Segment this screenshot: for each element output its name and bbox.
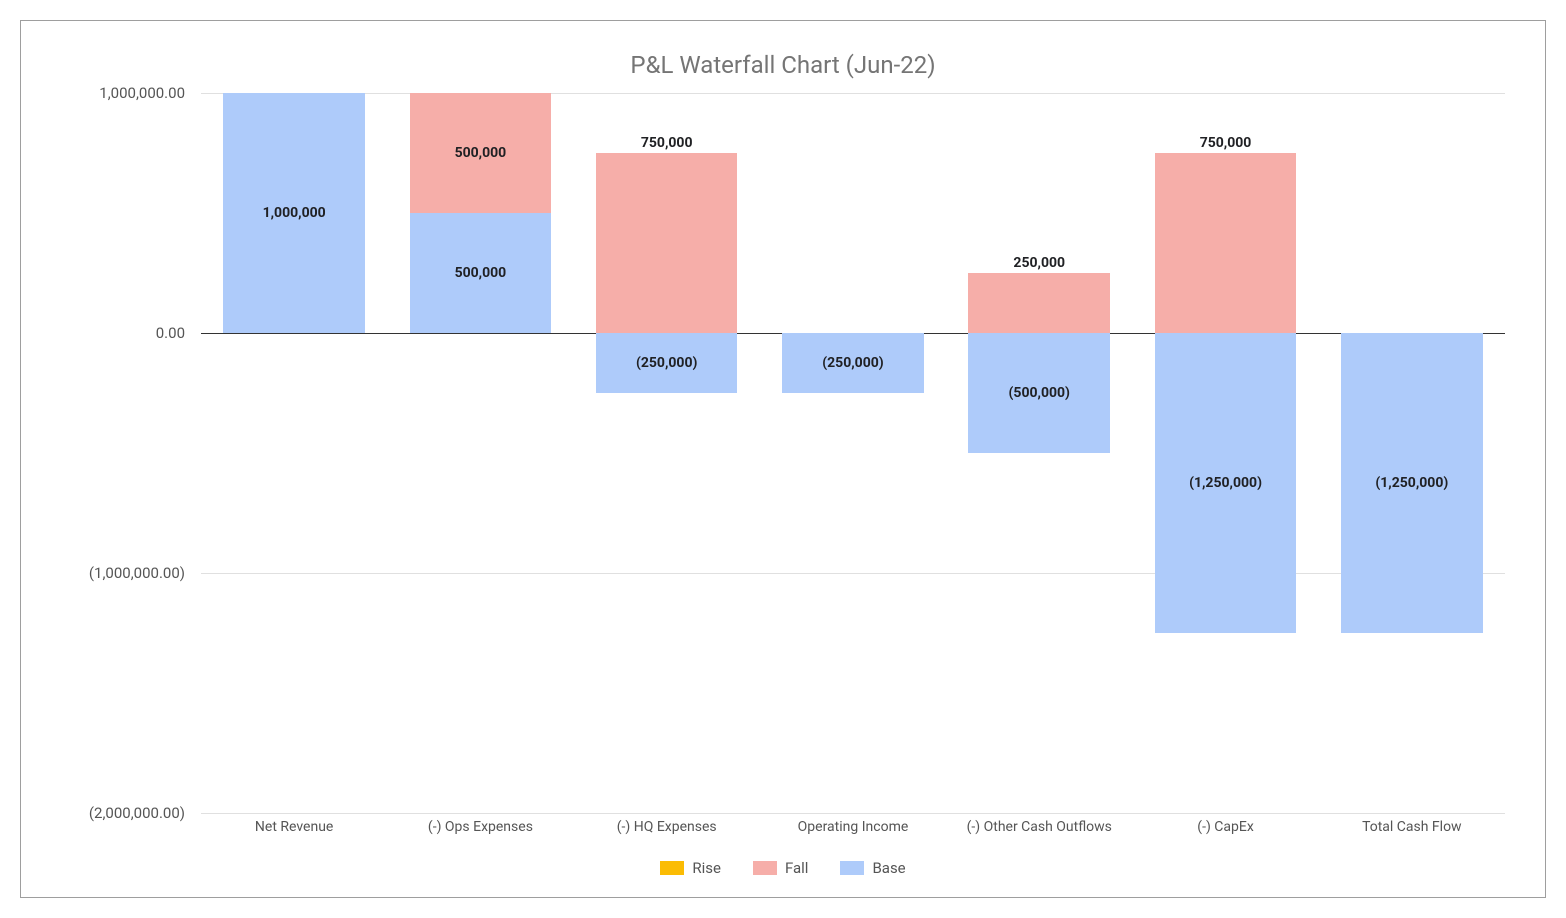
x-axis: Net Revenue(-) Ops Expenses(-) HQ Expens… [201,819,1505,835]
x-tick: (-) Ops Expenses [387,819,573,835]
waterfall-chart: P&L Waterfall Chart (Jun-22) 1,000,000.0… [20,20,1546,898]
bar-label: 500,000 [410,265,552,281]
y-tick: (1,000,000.00) [89,564,185,582]
legend-item-rise: Rise [660,859,721,877]
bar-label: (1,250,000) [1341,475,1483,491]
bar-label: 500,000 [410,145,552,161]
legend-swatch [840,861,864,875]
legend-swatch [660,861,684,875]
y-tick: (2,000,000.00) [89,804,185,822]
bar-segment-base: (1,250,000) [1341,333,1483,633]
x-tick: (-) CapEx [1132,819,1318,835]
category-slot: (250,000) [760,93,946,813]
chart-body: 1,000,000.000.00(1,000,000.00)(2,000,000… [61,93,1505,813]
category-slot: (250,000) 750,000 [574,93,760,813]
x-tick: (-) HQ Expenses [574,819,760,835]
x-tick: (-) Other Cash Outflows [946,819,1132,835]
bar-label: (250,000) [596,355,738,371]
legend-label: Base [872,859,905,877]
gridline [201,813,1505,814]
bar-segment-fall: 750,000 [596,153,738,333]
bar-segment-base: (500,000) [968,333,1110,453]
bar-label: (500,000) [968,385,1110,401]
bar-segment-base: (250,000) [596,333,738,393]
x-tick: Operating Income [760,819,946,835]
bar-label: 750,000 [1155,135,1297,151]
bar-label: (1,250,000) [1155,475,1297,491]
legend-item-fall: Fall [753,859,809,877]
bar-segment-fall: 500,000 [410,93,552,213]
category-slot: 500,000 500,000 [387,93,573,813]
bar-label: 250,000 [968,255,1110,271]
y-axis: 1,000,000.000.00(1,000,000.00)(2,000,000… [61,93,201,813]
category-slot: (500,000) 250,000 [946,93,1132,813]
bar-segment-base: 1,000,000 [223,93,365,333]
bar-label: 750,000 [596,135,738,151]
bar-segment-fall: 250,000 [968,273,1110,333]
legend-item-base: Base [840,859,905,877]
legend: Rise Fall Base [61,859,1505,877]
bar-segment-base: (250,000) [782,333,924,393]
bar-segment-fall: 750,000 [1155,153,1297,333]
x-tick: Total Cash Flow [1319,819,1505,835]
legend-label: Rise [692,859,721,877]
category-slot: (1,250,000) 750,000 [1132,93,1318,813]
x-tick: Net Revenue [201,819,387,835]
y-tick: 1,000,000.00 [99,84,185,102]
plot-area: 1,000,000500,000500,000(250,000)750,000(… [201,93,1505,813]
bars-layer: 1,000,000500,000500,000(250,000)750,000(… [201,93,1505,813]
bar-segment-base: (1,250,000) [1155,333,1297,633]
legend-swatch [753,861,777,875]
y-tick: 0.00 [156,324,185,342]
bar-label: 1,000,000 [223,205,365,221]
category-slot: 1,000,000 [201,93,387,813]
bar-label: (250,000) [782,355,924,371]
category-slot: (1,250,000) [1319,93,1505,813]
bar-segment-base: 500,000 [410,213,552,333]
legend-label: Fall [785,859,809,877]
chart-title: P&L Waterfall Chart (Jun-22) [61,51,1505,79]
